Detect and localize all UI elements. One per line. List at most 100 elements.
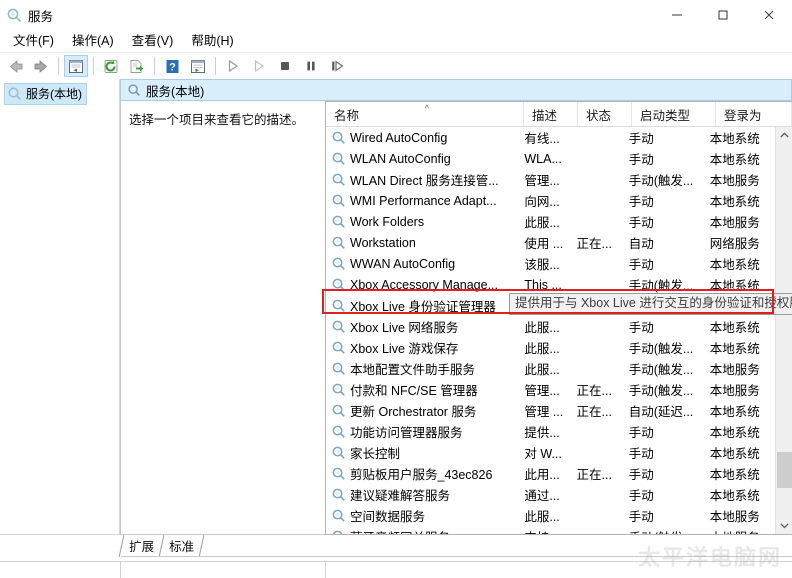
tab-standard[interactable]: 标准: [160, 535, 205, 557]
table-row[interactable]: Work Folders此服...手动本地服务: [326, 211, 775, 232]
service-name-text: Xbox Live 游戏保存: [350, 338, 458, 357]
menu-help[interactable]: 帮助(H): [182, 31, 242, 51]
cell-description: 提供...: [516, 422, 568, 441]
cell-service-name: 功能访问管理器服务: [326, 422, 516, 441]
table-row[interactable]: WLAN AutoConfigWLA...手动本地系统: [326, 148, 775, 169]
scroll-up-icon[interactable]: [776, 127, 792, 144]
tree-item-services-local[interactable]: 服务(本地): [4, 83, 87, 105]
back-icon[interactable]: [3, 55, 27, 77]
cell-description: 有线...: [516, 128, 568, 147]
column-header-log-on-as[interactable]: 登录为: [716, 102, 792, 126]
cell-service-name: 建议疑难解答服务: [326, 485, 516, 504]
cell-service-name: 更新 Orchestrator 服务: [326, 401, 516, 420]
cell-startup-type: 手动: [621, 254, 702, 273]
cell-status: 正在...: [569, 233, 621, 252]
column-header-startup-label: 启动类型: [640, 105, 690, 124]
forward-icon[interactable]: [29, 55, 53, 77]
cell-service-name: WMI Performance Adapt...: [326, 193, 516, 208]
help-icon[interactable]: ?: [160, 55, 184, 77]
table-row[interactable]: WMI Performance Adapt...向网...手动本地系统: [326, 190, 775, 211]
service-name-text: WLAN Direct 服务连接管...: [350, 170, 499, 189]
table-row[interactable]: Workstation使用 ...正在...自动网络服务: [326, 232, 775, 253]
cell-startup-type: 手动: [621, 149, 702, 168]
column-header-description-label: 描述: [532, 105, 557, 124]
table-row[interactable]: 蓝牙音频网关服务支持...手动(触发...本地服务: [326, 526, 775, 534]
service-gear-icon: [331, 445, 346, 460]
column-header-name[interactable]: 名称 ^: [326, 102, 524, 126]
column-header-description[interactable]: 描述: [524, 102, 578, 126]
list-header: 名称 ^ 描述 状态 启动类型 登录为: [326, 102, 792, 127]
table-row[interactable]: Xbox Live 网络服务此服...手动本地系统: [326, 316, 775, 337]
table-row[interactable]: 家长控制对 W...手动本地系统: [326, 442, 775, 463]
pause-service-icon[interactable]: [299, 55, 323, 77]
cell-status: 正在...: [569, 380, 621, 399]
cell-service-name: Xbox Accessory Manage...: [326, 277, 516, 292]
scrollbar-thumb[interactable]: [777, 452, 792, 488]
menu-action[interactable]: 操作(A): [63, 31, 123, 51]
table-row[interactable]: Wired AutoConfig有线...手动本地系统: [326, 127, 775, 148]
cell-description: 向网...: [516, 191, 568, 210]
table-row[interactable]: Xbox Accessory Manage...This ...手动(触发...…: [326, 274, 775, 295]
table-row[interactable]: 付款和 NFC/SE 管理器管理...正在...手动(触发...本地服务: [326, 379, 775, 400]
table-row[interactable]: 更新 Orchestrator 服务管理 ...正在...自动(延迟...本地系…: [326, 400, 775, 421]
tree-item-label: 服务(本地): [26, 85, 82, 102]
service-name-text: 付款和 NFC/SE 管理器: [350, 380, 478, 399]
cell-log-on-as: 本地系统: [702, 275, 775, 294]
toolbar-separator-4: [215, 57, 216, 75]
cell-log-on-as: 本地系统: [702, 149, 775, 168]
minimize-button[interactable]: [654, 0, 700, 30]
console-tree-pane: 服务(本地): [0, 79, 120, 535]
cell-log-on-as: 本地系统: [702, 128, 775, 147]
table-row[interactable]: Xbox Live 游戏保存此服...手动(触发...本地系统: [326, 337, 775, 358]
service-gear-icon: [331, 151, 346, 166]
window-controls: [654, 0, 792, 30]
properties-icon[interactable]: [186, 55, 210, 77]
cell-service-name: Xbox Live 身份验证管理器: [326, 296, 516, 315]
maximize-button[interactable]: [700, 0, 746, 30]
column-header-status[interactable]: 状态: [578, 102, 632, 126]
table-row[interactable]: WLAN Direct 服务连接管...管理...手动(触发...本地服务: [326, 169, 775, 190]
tab-extended[interactable]: 扩展: [119, 535, 165, 557]
table-row[interactable]: WWAN AutoConfig该服...手动本地系统: [326, 253, 775, 274]
column-header-startup-type[interactable]: 启动类型: [632, 102, 716, 126]
services-gear-icon: [6, 7, 22, 23]
vertical-scrollbar[interactable]: [775, 127, 792, 534]
cell-startup-type: 手动(触发...: [621, 275, 702, 294]
restart-service-icon[interactable]: [247, 55, 271, 77]
table-row[interactable]: 功能访问管理器服务提供...手动本地系统: [326, 421, 775, 442]
close-button[interactable]: [746, 0, 792, 30]
toolbar: ?: [0, 53, 792, 80]
service-name-text: Wired AutoConfig: [350, 131, 447, 145]
service-gear-icon: [331, 298, 346, 313]
table-row[interactable]: 空间数据服务此服...手动本地服务: [326, 505, 775, 526]
service-gear-icon: [331, 529, 346, 534]
cell-service-name: 空间数据服务: [326, 506, 516, 525]
cell-description: 通过...: [516, 485, 568, 504]
menu-file[interactable]: 文件(F): [4, 31, 63, 51]
table-row[interactable]: 本地配置文件助手服务此服...手动(触发...本地服务: [326, 358, 775, 379]
refresh-icon[interactable]: [99, 55, 123, 77]
table-row[interactable]: 建议疑难解答服务通过...手动本地系统: [326, 484, 775, 505]
export-list-icon[interactable]: [125, 55, 149, 77]
start-service-icon[interactable]: [221, 55, 245, 77]
scroll-down-icon[interactable]: [776, 517, 792, 534]
cell-log-on-as: 本地服务: [702, 527, 775, 534]
details-pane-header: 服务(本地): [120, 79, 792, 101]
cell-startup-type: 手动(触发...: [621, 527, 702, 534]
services-gear-icon: [7, 86, 22, 101]
service-name-text: 功能访问管理器服务: [350, 422, 463, 441]
service-gear-icon: [331, 424, 346, 439]
show-tree-icon[interactable]: [64, 55, 88, 77]
details-content: 选择一个项目来查看它的描述。 名称 ^ 描述 状态 启动类型: [120, 101, 792, 535]
service-gear-icon: [331, 214, 346, 229]
service-gear-icon: [331, 319, 346, 334]
table-row[interactable]: 剪贴板用户服务_43ec826此用...正在...手动本地系统: [326, 463, 775, 484]
resume-service-icon[interactable]: [325, 55, 349, 77]
cell-log-on-as: 本地系统: [702, 254, 775, 273]
toolbar-separator-3: [154, 57, 155, 75]
stop-service-icon[interactable]: [273, 55, 297, 77]
menu-view[interactable]: 查看(V): [123, 31, 183, 51]
title-bar: 服务: [0, 0, 792, 30]
cell-startup-type: 自动(延迟...: [621, 401, 702, 420]
service-name-text: 蓝牙音频网关服务: [350, 527, 450, 534]
